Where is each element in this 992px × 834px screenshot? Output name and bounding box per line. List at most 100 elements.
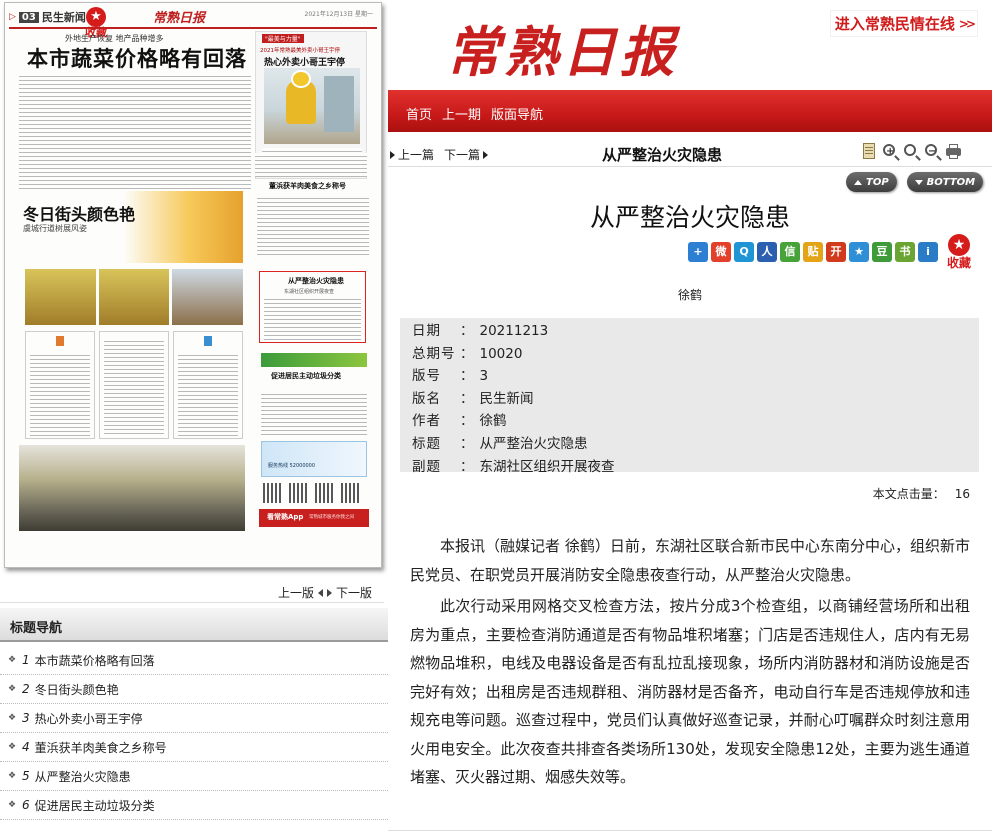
title-nav-item[interactable]: ❖ 5 从严整治火灾隐患 xyxy=(0,762,388,791)
nav-item-title[interactable]: 董浜获羊肉美食之乡称号 xyxy=(35,739,167,756)
star-share-icon[interactable]: ★ xyxy=(849,242,869,262)
meta-row-subtitle: 副题：东湖社区组织开展夜查 xyxy=(412,456,979,479)
article-title: 从严整治火灾隐患 xyxy=(589,203,790,232)
douban-icon[interactable]: 豆 xyxy=(872,242,892,262)
app-banner[interactable]: 看常熟App 常熟城市服务你我之间 xyxy=(259,509,369,527)
title-nav-item[interactable]: ❖ 4 董浜获羊肉美食之乡称号 xyxy=(0,733,388,762)
meta-key: 作者 xyxy=(412,413,441,430)
scroll-top-button[interactable]: TOP xyxy=(846,172,897,192)
favorite-label: 收藏 xyxy=(946,256,971,270)
hit-count: 本文点击量： 16 xyxy=(873,485,970,502)
title-nav-item[interactable]: ❖ 1 本市蔬菜价格略有回落 xyxy=(0,646,388,675)
nav-item-title[interactable]: 热心外卖小哥王宇停 xyxy=(35,710,143,727)
lead-headline[interactable]: 本市蔬菜价格略有回落 xyxy=(27,43,247,73)
renren-icon[interactable]: 人 xyxy=(757,242,777,262)
zoom-reset-icon[interactable] xyxy=(902,142,920,160)
article-meta-box: 日期： 20211213 总期号： 10020 版号： 3 版名：民生新闻 作者：徐鹤… xyxy=(400,318,979,475)
promo-more-text xyxy=(255,153,367,177)
prev-article-link[interactable]: 上一篇 xyxy=(398,146,434,163)
toolbar-article-title: 从严整治火灾隐患 xyxy=(602,146,723,164)
next-article-link[interactable]: 下一篇 xyxy=(444,146,480,163)
star-icon: ★ xyxy=(948,234,970,256)
feature-box-text xyxy=(104,338,164,436)
triangle-right-icon xyxy=(483,150,489,159)
zoom-in-icon[interactable]: + xyxy=(881,142,899,160)
right-arrow-icon[interactable] xyxy=(326,588,332,597)
favorite-button[interactable]: ★ 收藏 xyxy=(944,234,974,270)
feature-boxes xyxy=(25,331,243,439)
highlighted-text xyxy=(264,296,361,340)
diamond-bullet-icon: ❖ xyxy=(7,742,17,752)
gate-photo xyxy=(172,269,244,325)
qr-code-icon xyxy=(289,483,309,503)
star-icon: ★ xyxy=(86,7,106,27)
nav-item-title[interactable]: 促进居民主动垃圾分类 xyxy=(35,797,155,814)
promo-tag: "最美与力量" xyxy=(262,34,304,43)
nav-item-title[interactable]: 从严整治火灾隐患 xyxy=(35,768,131,785)
share-toolbar: + 微 Q 人信贴开 ★ 豆书 i xyxy=(688,242,938,262)
top-label: TOP xyxy=(866,176,889,188)
qr-code-icon xyxy=(263,483,283,503)
feature-box-text xyxy=(30,352,90,436)
meta-row-author: 作者：徐鹤 xyxy=(412,410,979,433)
nav-home[interactable]: 首页 xyxy=(406,104,432,123)
nav-page-navigation[interactable]: 版面导航 xyxy=(491,104,543,123)
article-panel: 常熟日报 进入常熟民情在线 >> 首页 上一期 版面导航 上一篇 下一篇 从严整… xyxy=(388,0,992,834)
hit-count-label: 本文点击量： xyxy=(872,487,945,501)
site-logo[interactable]: 常熟日报 xyxy=(446,8,678,87)
section2-headline[interactable]: 冬日街头颜色艳 xyxy=(23,201,135,225)
notebook-icon[interactable] xyxy=(860,142,878,160)
nav-item-title[interactable]: 冬日街头颜色艳 xyxy=(35,681,119,698)
tree-photo xyxy=(25,269,96,325)
story3-title[interactable]: 促进居民主动垃圾分类 xyxy=(271,371,341,381)
highlighted-article-area[interactable]: 从严整治火灾隐患 东湖社区组织开展夜查 xyxy=(259,271,366,343)
prev-page-link[interactable]: 上一版 xyxy=(278,584,314,601)
meta-value: 从严整治火灾隐患 xyxy=(479,435,588,452)
newspaper-page-thumbnail[interactable]: ▷ 03 民生新闻 ★ 收藏 常熟日报 2021年12月13日 星期一 外地生产… xyxy=(4,2,382,568)
page-section: 民生新闻 xyxy=(41,11,86,24)
meta-key: 版号 xyxy=(412,368,441,385)
tieba-icon[interactable]: 贴 xyxy=(803,242,823,262)
enter-minqing-link[interactable]: 进入常熟民情在线 >> xyxy=(829,10,978,37)
ad-text: 服务热线 52000000 xyxy=(268,463,316,469)
ad-banner[interactable]: 服务热线 52000000 xyxy=(261,441,367,477)
nav-prev-issue[interactable]: 上一期 xyxy=(442,104,481,123)
nav-item-number: 3 xyxy=(22,711,30,725)
article-paragraph: 本报讯（融媒记者 徐鹤）日前，东湖社区联合新市民中心东南分中心，组织新市民党员、… xyxy=(410,537,970,584)
scroll-bottom-button[interactable]: BOTTOM xyxy=(906,172,984,192)
left-arrow-icon[interactable] xyxy=(317,588,323,597)
feature-box xyxy=(173,331,243,439)
article-author: 徐鹤 xyxy=(677,288,702,302)
next-page-link[interactable]: 下一版 xyxy=(336,584,372,601)
qzone-icon[interactable]: Q xyxy=(734,242,754,262)
print-icon[interactable] xyxy=(944,142,962,160)
kaixin-icon[interactable]: 开 xyxy=(826,242,846,262)
qr-code-icon xyxy=(341,483,361,503)
title-nav-item[interactable]: ❖ 2 冬日街头颜色艳 xyxy=(0,675,388,704)
meta-value: 10020 xyxy=(479,345,523,362)
nav-item-number: 4 xyxy=(22,740,30,754)
feature-box xyxy=(25,331,95,439)
nav-item-number: 6 xyxy=(22,798,30,812)
arrow-down-icon xyxy=(914,179,923,185)
qr-codes xyxy=(263,483,367,505)
wechat-icon[interactable]: 信 xyxy=(780,242,800,262)
app-label: 看常熟App xyxy=(267,513,304,521)
section2-subtitle: 虞城行道树展风姿 xyxy=(23,224,87,233)
bookmark-share-icon[interactable]: 书 xyxy=(895,242,915,262)
title-nav-item[interactable]: ❖ 3 热心外卖小哥王宇停 xyxy=(0,704,388,733)
triangle-right-icon xyxy=(390,150,395,159)
meta-row-title: 标题：从严整治火灾隐患 xyxy=(412,433,979,456)
lead-article-text xyxy=(19,73,251,191)
zoom-out-icon[interactable]: − xyxy=(923,142,941,160)
weibo-icon[interactable]: 微 xyxy=(711,242,731,262)
add-share-icon[interactable]: + xyxy=(688,242,708,262)
story1-text xyxy=(257,195,369,255)
meta-key: 总期号 xyxy=(412,345,456,362)
story1-title: 董浜获羊肉美食之乡称号 xyxy=(269,182,346,190)
page-arrow-icon: ▷ xyxy=(9,12,16,22)
nav-item-title[interactable]: 本市蔬菜价格略有回落 xyxy=(35,652,155,669)
title-nav-item[interactable]: ❖ 6 促进居民主动垃圾分类 xyxy=(0,791,388,820)
right-column-story1[interactable]: 董浜获羊肉美食之乡称号 xyxy=(257,181,369,267)
info-share-icon[interactable]: i xyxy=(918,242,938,262)
